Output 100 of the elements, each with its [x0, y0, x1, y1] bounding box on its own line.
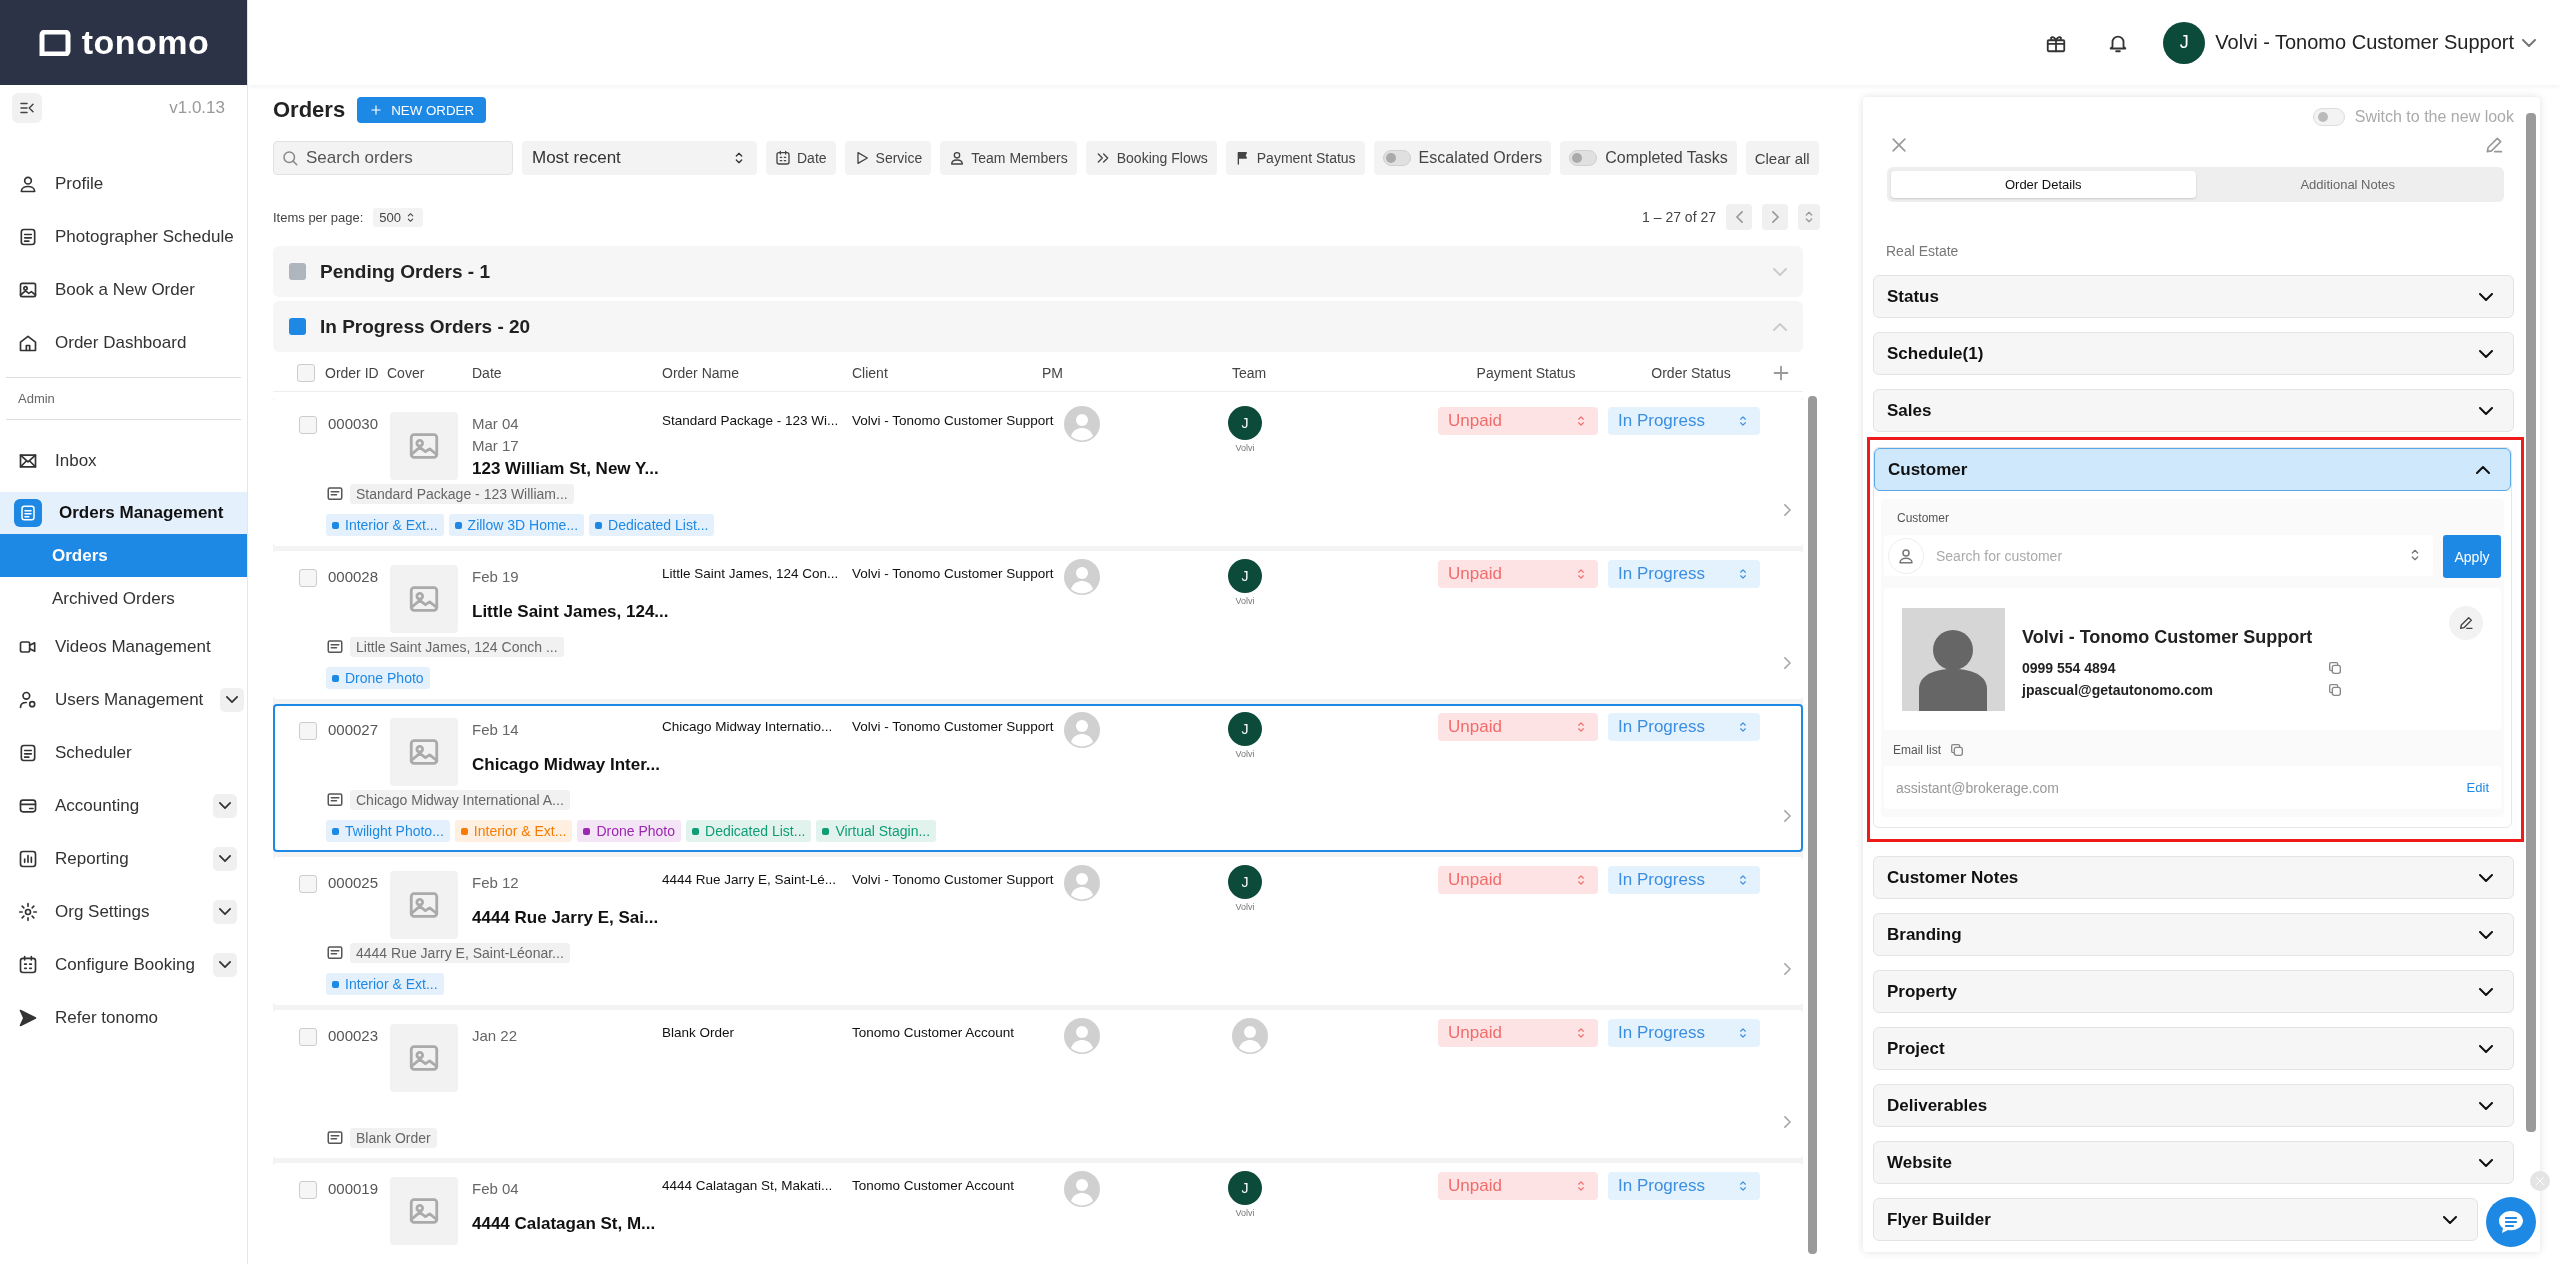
- accordion-header[interactable]: Sales: [1873, 389, 2514, 432]
- copy-icon[interactable]: [2327, 682, 2343, 698]
- order-id: 000028: [327, 567, 380, 585]
- accordion-header[interactable]: Project: [1873, 1027, 2514, 1070]
- toggle-switch[interactable]: [2312, 108, 2345, 126]
- sidebar-item[interactable]: Orders Management: [0, 492, 247, 534]
- filter-button[interactable]: Date: [766, 141, 836, 175]
- team-member-name: Volvi: [1235, 1208, 1255, 1218]
- accordion-header[interactable]: Flyer Builder: [1873, 1198, 2478, 1241]
- row-checkbox[interactable]: [299, 722, 317, 740]
- column-header: Cover: [386, 364, 426, 381]
- order-row[interactable]: 000023 Jan 22 Blank Order Tonomo Customer Account Unpaid In Progress Blank Order: [273, 1010, 1803, 1158]
- filter-toggle[interactable]: Completed Tasks: [1560, 141, 1737, 175]
- accordion-header[interactable]: Property: [1873, 970, 2514, 1013]
- expand-button[interactable]: [213, 952, 237, 977]
- sidebar-item[interactable]: Inbox: [0, 434, 247, 487]
- copy-icon[interactable]: [1949, 742, 1965, 758]
- sidebar-item[interactable]: Scheduler: [0, 726, 247, 779]
- order-row[interactable]: 000019 Feb 04 4444 Calatagan St, Makati... Tonomo Customer Account J Volvi Unpaid In Progress 4444 Calatagan St, M...: [273, 1163, 1803, 1264]
- sidebar-item[interactable]: Order Dashboard: [0, 316, 247, 369]
- expand-button[interactable]: [213, 793, 237, 818]
- sidebar-item[interactable]: Org Settings: [0, 885, 247, 938]
- sidebar-subitem[interactable]: Archived Orders: [0, 577, 247, 620]
- chevron-right-icon[interactable]: [1784, 504, 1791, 516]
- sidebar-item[interactable]: Users Management: [0, 673, 247, 726]
- filter-button[interactable]: Booking Flows: [1085, 141, 1217, 175]
- team-member-name: Volvi: [1235, 443, 1255, 453]
- accordion-header[interactable]: Deliverables: [1873, 1084, 2514, 1127]
- person-outline-icon: [1897, 547, 1915, 565]
- chevron-right-icon[interactable]: [1784, 810, 1791, 822]
- order-note: Blank Order: [350, 1128, 437, 1148]
- new-order-button[interactable]: NEW ORDER: [357, 97, 487, 123]
- row-checkbox[interactable]: [299, 416, 317, 434]
- chevron-down-icon[interactable]: [2522, 38, 2536, 47]
- order-row[interactable]: [273, 704, 1803, 852]
- chevron-right-icon[interactable]: [1784, 963, 1791, 975]
- customer-email: jpascual@getautonomo.com: [2022, 682, 2214, 698]
- tab[interactable]: Additional Notes: [2195, 171, 2500, 198]
- sidebar-item[interactable]: Profile: [0, 157, 247, 210]
- sidebar-item[interactable]: Videos Management: [0, 620, 247, 673]
- accordion-header[interactable]: Status: [1873, 275, 2514, 318]
- per-page-select[interactable]: 500: [373, 207, 424, 227]
- accordion-header[interactable]: Schedule(1): [1873, 332, 2514, 375]
- order-row[interactable]: 000025 Feb 12 4444 Rue Jarry E, Saint-Lé... Volvi - Tonomo Customer Support J Volvi Unpaid In Progress 4444 Rue Jarry E, Sai... 4444 Rue Jarry E, Saint-Léonar... Interior & Ext...: [273, 857, 1803, 1005]
- order-title: 4444 Calatagan St, M...: [472, 1213, 656, 1234]
- filter-button[interactable]: Payment Status: [1225, 141, 1365, 175]
- row-checkbox[interactable]: [299, 1028, 317, 1046]
- sidebar-item[interactable]: Configure Booking: [0, 938, 247, 991]
- sidebar-item[interactable]: Accounting: [0, 779, 247, 832]
- filter-button[interactable]: Service: [844, 141, 932, 175]
- expand-button[interactable]: [213, 899, 237, 924]
- team-avatar-placeholder-icon: [1232, 1018, 1268, 1054]
- edit-customer-button[interactable]: [2449, 606, 2483, 640]
- scrollbar[interactable]: [1808, 396, 1817, 1254]
- chevron-right-icon[interactable]: [1784, 1116, 1791, 1128]
- sort-toggle-button[interactable]: [1798, 204, 1820, 230]
- clear-all-button[interactable]: Clear all: [1745, 141, 1819, 175]
- scrollbar[interactable]: [2526, 113, 2536, 1132]
- sidebar-subitem[interactable]: Orders: [0, 534, 247, 577]
- column-header: Order ID: [324, 364, 380, 381]
- sidebar-item[interactable]: Refer tonomo: [0, 991, 247, 1044]
- user-name[interactable]: Volvi - Tonomo Customer Support: [2215, 31, 2514, 54]
- customer-search-field[interactable]: Search for customer: [1884, 535, 2433, 576]
- accordion-header[interactable]: Website: [1873, 1141, 2514, 1184]
- close-icon[interactable]: [1889, 135, 1909, 155]
- group-header[interactable]: Pending Orders - 1: [273, 246, 1803, 297]
- apply-button[interactable]: Apply: [2443, 535, 2501, 578]
- row-checkbox[interactable]: [299, 875, 317, 893]
- close-chat-button[interactable]: [2530, 1171, 2550, 1191]
- previous-page-button[interactable]: [1726, 204, 1752, 230]
- select-all-checkbox[interactable]: [297, 363, 315, 382]
- group-header[interactable]: In Progress Orders - 20: [273, 301, 1803, 352]
- user-avatar[interactable]: J: [2163, 21, 2206, 64]
- sort-select[interactable]: Most recent: [522, 141, 757, 175]
- filter-button[interactable]: Team Members: [940, 141, 1077, 175]
- pencil-icon[interactable]: [2484, 135, 2504, 155]
- expand-button[interactable]: [220, 687, 245, 712]
- sidebar-item[interactable]: Photographer Schedule: [0, 210, 247, 263]
- chevron-right-icon[interactable]: [1784, 657, 1791, 669]
- toggle-switch[interactable]: [1569, 150, 1598, 166]
- collapse-button[interactable]: [12, 93, 42, 123]
- row-checkbox[interactable]: [299, 569, 317, 587]
- filter-toggle[interactable]: Escalated Orders: [1373, 141, 1552, 175]
- row-checkbox[interactable]: [299, 1181, 317, 1199]
- accordion-header[interactable]: Customer: [1874, 448, 2511, 491]
- sidebar-item[interactable]: Book a New Order: [0, 263, 247, 316]
- column-header: Payment Status: [1475, 364, 1577, 381]
- accordion-header[interactable]: Customer Notes: [1873, 856, 2514, 899]
- chevron-down-icon: [2479, 930, 2493, 939]
- expand-button[interactable]: [213, 846, 237, 871]
- toggle-switch[interactable]: [1382, 150, 1411, 166]
- sidebar-item[interactable]: Reporting: [0, 832, 247, 885]
- tab[interactable]: Order Details: [1891, 171, 2196, 198]
- order-row[interactable]: 000028 Feb 19 Little Saint James, 124 Con... Volvi - Tonomo Customer Support J Volvi Unpaid In Progress Little Saint James, 124... Little Saint James, 124 Conch ... Drone Photo: [273, 551, 1803, 699]
- copy-icon[interactable]: [2327, 660, 2343, 676]
- accordion-header[interactable]: Branding: [1873, 913, 2514, 956]
- edit-link[interactable]: Edit: [2466, 780, 2489, 795]
- comment-icon: [326, 944, 344, 962]
- search-field[interactable]: Search orders: [273, 141, 513, 175]
- next-page-button[interactable]: [1762, 204, 1788, 230]
